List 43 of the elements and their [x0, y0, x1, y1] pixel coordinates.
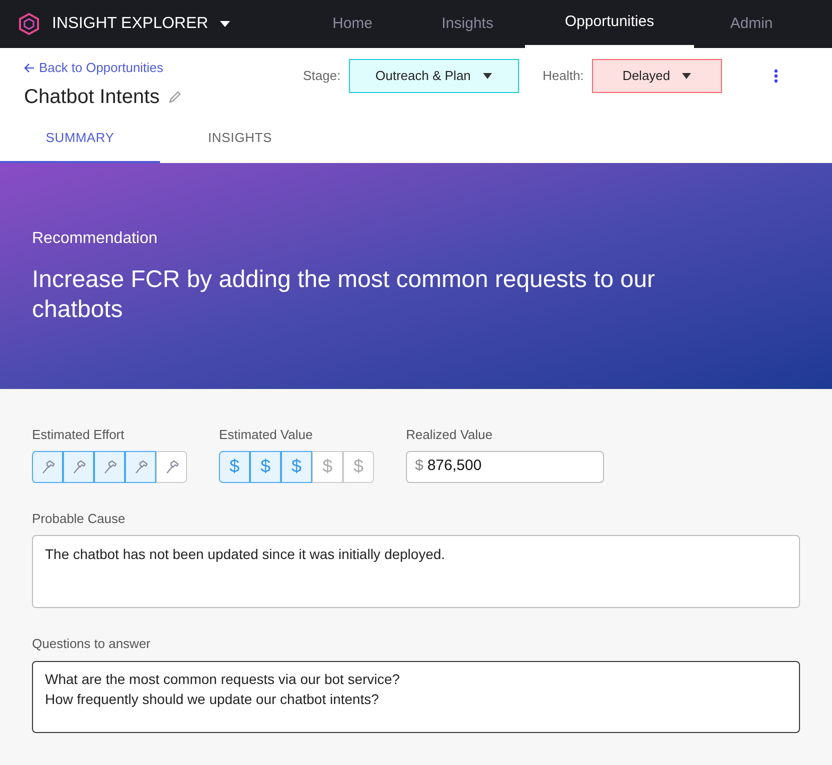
pencil-icon[interactable]	[168, 90, 182, 104]
question-line: What are the most common requests via our bot service?	[45, 670, 401, 688]
back-link[interactable]: Back to Opportunities	[24, 58, 284, 78]
effort-rating-segment[interactable]	[125, 450, 156, 482]
hexagon-logo-icon	[18, 13, 40, 35]
hammer-icon	[102, 458, 118, 474]
nav-link[interactable]: Admin	[694, 0, 809, 48]
value-rating-segment[interactable]: $	[281, 450, 312, 482]
field-label: Estimated Effort	[32, 426, 126, 444]
hammer-icon	[164, 458, 180, 474]
health-label: Health:	[542, 67, 584, 86]
recommendation-text: Increase FCR by adding the most common requests to our chatbots	[32, 265, 656, 325]
value-rating-segment[interactable]: $	[250, 450, 281, 482]
page-title: Chatbot Intents	[24, 84, 160, 110]
caret-icon	[682, 73, 692, 79]
caret-icon[interactable]	[220, 21, 230, 27]
hammer-icon	[70, 458, 86, 474]
effort-rating-segment[interactable]	[156, 450, 187, 482]
questions-field[interactable]: What are the most common requests via our bot service? How frequently should we update our chatbot intents?	[32, 660, 800, 732]
field-label: Probable Cause	[32, 510, 126, 528]
nav-link[interactable]: Home	[295, 0, 410, 48]
health-dropdown[interactable]: Delayed	[592, 59, 722, 93]
caret-icon	[482, 73, 492, 79]
effort-rating-segment[interactable]	[32, 450, 63, 482]
probable-cause-field[interactable]: The chatbot has not been updated since it was initially deployed.	[32, 535, 800, 608]
nav-link[interactable]: Insights	[410, 0, 525, 48]
more-options-icon[interactable]	[774, 69, 778, 83]
arrow-left-icon	[24, 62, 35, 73]
stage-label: Stage:	[303, 67, 341, 86]
question-line: How frequently should we update our chatbot intents?	[45, 690, 380, 708]
app-title: INSIGHT EXPLORER	[52, 14, 208, 34]
value-rating-segment[interactable]: $	[219, 450, 250, 482]
effort-rating-segment[interactable]	[94, 450, 125, 482]
realized-value-field[interactable]: $ 876,500	[406, 450, 604, 482]
field-label: Questions to answer	[32, 635, 152, 653]
hammer-icon	[40, 458, 56, 474]
stage-dropdown[interactable]: Outreach & Plan	[348, 59, 519, 93]
hammer-icon	[132, 458, 148, 474]
field-label: Realized Value	[406, 426, 494, 444]
effort-rating-segment[interactable]	[63, 450, 94, 482]
tab[interactable]: INSIGHTS	[160, 115, 320, 163]
banner-label: Recommendation	[32, 229, 158, 249]
field-label: Estimated Value	[219, 426, 314, 444]
